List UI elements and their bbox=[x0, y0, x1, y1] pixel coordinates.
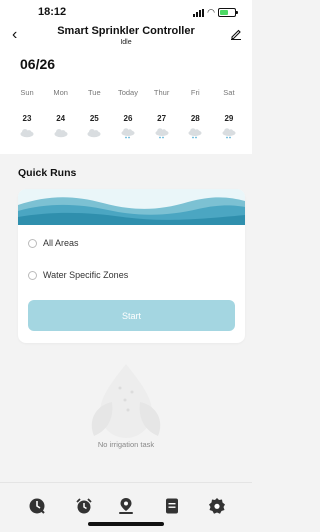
option-specific-zones[interactable]: Water Specific Zones bbox=[28, 270, 128, 280]
day-name: Sun bbox=[20, 88, 34, 97]
cloud-icon bbox=[54, 129, 68, 138]
status-time: 18:12 bbox=[38, 6, 67, 18]
zone-location-icon[interactable] bbox=[117, 497, 135, 515]
alarm-clock-icon[interactable] bbox=[75, 497, 93, 515]
radio-button[interactable] bbox=[28, 238, 37, 248]
day-date: 28 bbox=[190, 114, 200, 123]
forecast-day-today[interactable]: Today 26 bbox=[113, 88, 143, 139]
day-date: 25 bbox=[89, 114, 99, 123]
water-drop-leaves-icon bbox=[91, 364, 161, 438]
radio-button[interactable] bbox=[28, 270, 37, 280]
selected-date: 06/26 bbox=[20, 56, 56, 72]
settings-gear-icon[interactable] bbox=[208, 497, 226, 515]
day-date: 23 bbox=[22, 114, 32, 123]
day-name: Fri bbox=[190, 88, 200, 97]
forecast-day[interactable]: Tue 25 bbox=[79, 88, 109, 139]
signal-icon bbox=[193, 8, 205, 17]
status-bar: 18:12 ◠ bbox=[0, 4, 252, 22]
forecast-day[interactable]: Fri 28 bbox=[180, 88, 210, 139]
home-indicator bbox=[88, 522, 164, 526]
edit-icon[interactable] bbox=[230, 28, 242, 40]
rain-cloud-icon bbox=[188, 128, 202, 139]
day-date: 26 bbox=[123, 114, 133, 123]
weather-forecast: Sun 23 Mon 24 Tue 25 Today 26 Thur 27 Fr… bbox=[12, 88, 244, 139]
day-name: Today bbox=[117, 88, 138, 97]
day-date: 29 bbox=[224, 114, 234, 123]
day-date: 24 bbox=[56, 114, 66, 123]
cloud-icon bbox=[87, 129, 101, 138]
day-name: Tue bbox=[87, 88, 101, 97]
device-status: Idle bbox=[120, 39, 132, 46]
status-icons: ◠ bbox=[193, 7, 238, 17]
battery-icon bbox=[218, 8, 238, 17]
wifi-icon: ◠ bbox=[207, 7, 215, 17]
option-all-areas[interactable]: All Areas bbox=[28, 238, 79, 248]
forecast-day[interactable]: Mon 24 bbox=[46, 88, 76, 139]
history-icon[interactable] bbox=[28, 497, 46, 515]
start-button[interactable]: Start bbox=[28, 300, 235, 331]
day-name: Mon bbox=[53, 88, 68, 97]
back-button[interactable]: ‹ bbox=[12, 27, 17, 43]
water-wave-banner bbox=[18, 189, 245, 225]
page-title: Smart Sprinkler Controller bbox=[57, 25, 195, 37]
forecast-day[interactable]: Sun 23 bbox=[12, 88, 42, 139]
forecast-day[interactable]: Sat 29 bbox=[214, 88, 244, 139]
forecast-day[interactable]: Thur 27 bbox=[147, 88, 177, 139]
empty-state: No irrigation task bbox=[0, 360, 252, 456]
day-date: 27 bbox=[157, 114, 167, 123]
title-block: Smart Sprinkler Controller Idle bbox=[40, 25, 212, 47]
day-name: Sat bbox=[223, 88, 235, 97]
empty-state-text: No irrigation task bbox=[97, 440, 155, 449]
rain-cloud-icon bbox=[222, 128, 236, 139]
rain-cloud-icon bbox=[155, 128, 169, 139]
quick-runs-title: Quick Runs bbox=[18, 167, 77, 179]
app-header: ‹ Smart Sprinkler Controller Idle bbox=[0, 24, 252, 52]
quick-runs-card: All Areas Water Specific Zones Start bbox=[18, 189, 245, 343]
rain-cloud-icon bbox=[121, 128, 135, 139]
cloud-icon bbox=[20, 129, 34, 138]
schedule-list-icon[interactable] bbox=[163, 497, 181, 515]
day-name: Thur bbox=[153, 88, 170, 97]
option-label: Water Specific Zones bbox=[43, 270, 129, 280]
option-label: All Areas bbox=[43, 238, 79, 248]
